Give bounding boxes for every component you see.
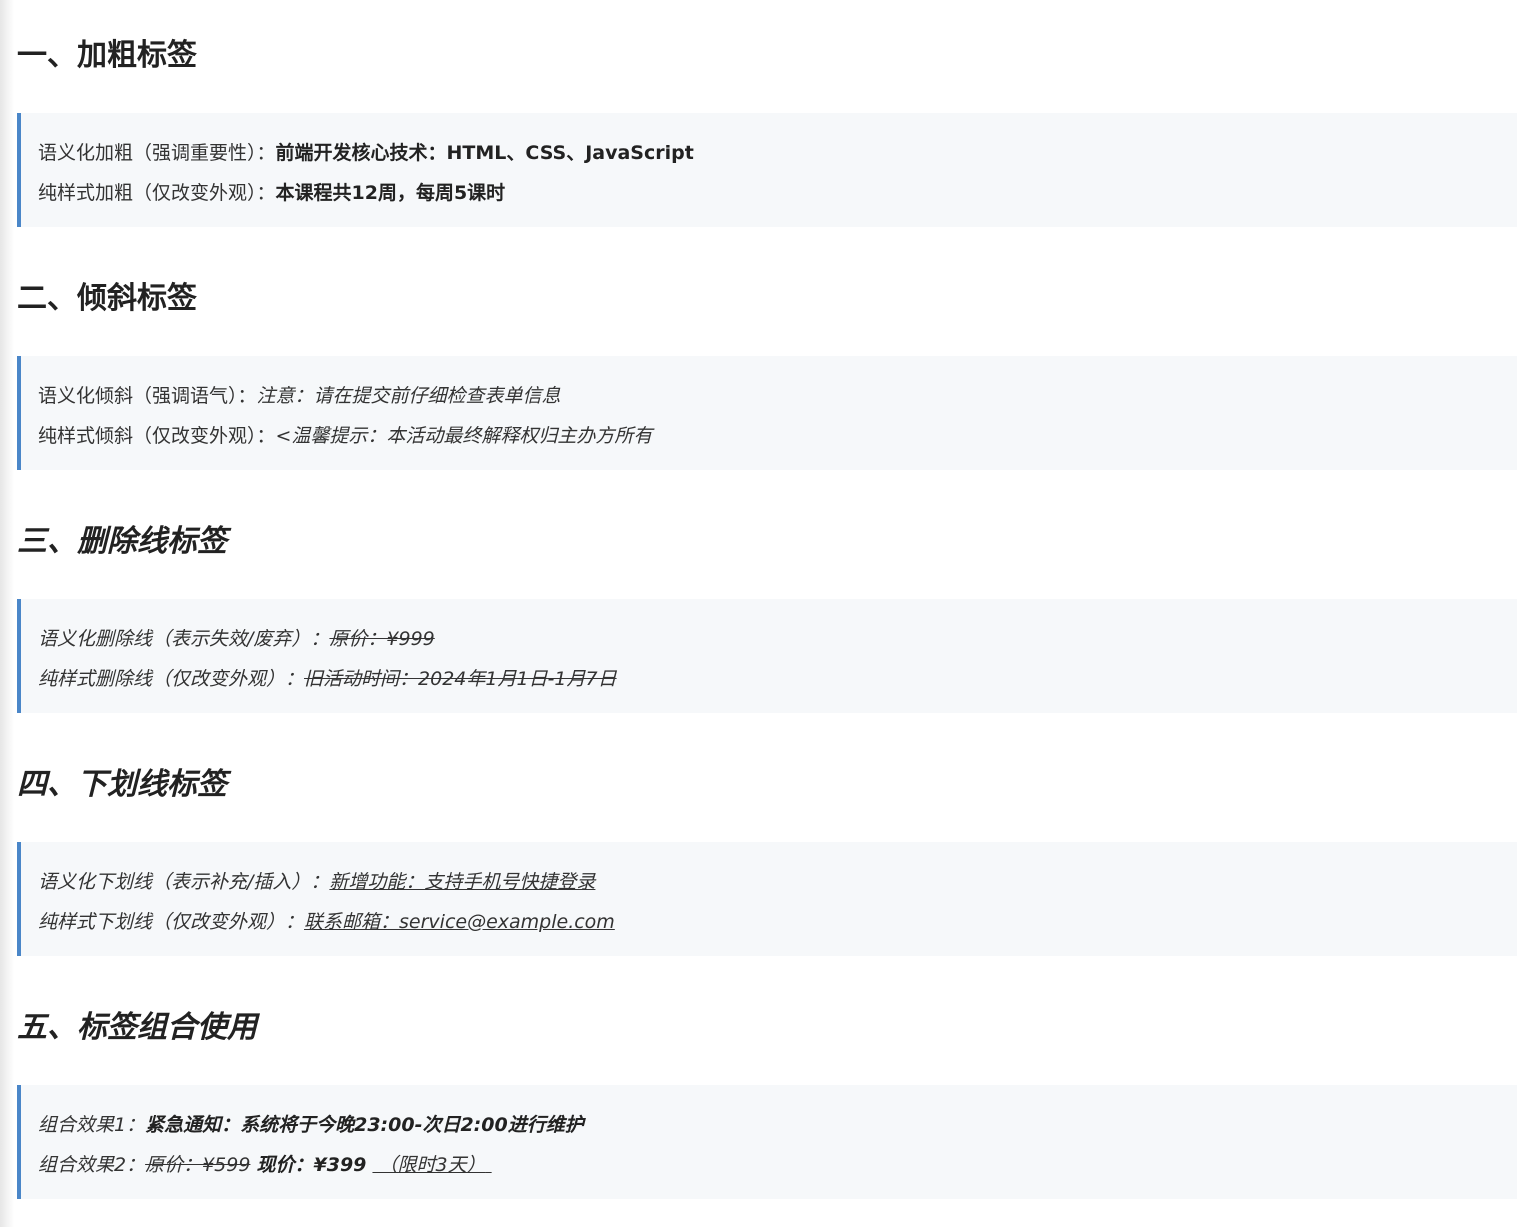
example-line-s: 纯样式删除线（仅改变外观）：旧活动时间：2024年1月1日-1月7日 [38, 664, 617, 691]
example-line-u: 纯样式下划线（仅改变外观）：联系邮箱：service@example.com [38, 907, 615, 934]
section-heading-bold: 一、加粗标签 [0, 30, 197, 74]
example-line-b: 纯样式加粗（仅改变外观）：本课程共12周，每周5课时 [38, 178, 505, 205]
underlined-text: 联系邮箱：service@example.com [304, 911, 615, 933]
line-label: 纯样式倾斜（仅改变外观）： [38, 425, 276, 447]
line-label: 语义化删除线（表示失效/废弃）： [38, 628, 330, 650]
line-label: 纯样式删除线（仅改变外观）： [38, 668, 305, 690]
section-heading-combined: 五、标签组合使用 [0, 1002, 257, 1046]
section-heading-italic: 二、倾斜标签 [0, 273, 197, 317]
example-line-del: 语义化删除线（表示失效/废弃）：原价：¥999 [38, 624, 435, 651]
example-box-italic: 语义化倾斜（强调语气）：注意：请在提交前仔细检查表单信息 纯样式倾斜（仅改变外观… [17, 356, 1517, 470]
example-line-em: 语义化倾斜（强调语气）：注意：请在提交前仔细检查表单信息 [38, 381, 561, 408]
deleted-text: 原价：¥999 [329, 628, 435, 650]
section-title: 三、删除线标签 [17, 524, 227, 559]
example-box-bold: 语义化加粗（强调重要性）：前端开发核心技术：HTML、CSS、JavaScrip… [17, 113, 1517, 227]
em-text: 注意：请在提交前仔细检查表单信息 [256, 385, 561, 407]
italic-text: <温馨提示：本活动最终解释权归主办方所有 [275, 425, 653, 447]
example-line-i: 纯样式倾斜（仅改变外观）：<温馨提示：本活动最终解释权归主办方所有 [38, 421, 652, 448]
section-title: 四、下划线标签 [17, 767, 227, 802]
current-price-value: ¥399 [313, 1154, 367, 1176]
section-title: 一、加粗标签 [17, 38, 197, 73]
section-heading-underline: 四、下划线标签 [0, 759, 227, 803]
line-label: 语义化下划线（表示补充/插入）： [38, 871, 330, 893]
inserted-text: 新增功能：支持手机号快捷登录 [329, 871, 596, 893]
limited-time-note: （限时3天） [378, 1154, 486, 1176]
line-label: 组合效果2： [38, 1154, 146, 1176]
current-price-label: 现价： [256, 1154, 314, 1176]
strikethrough-text: 旧活动时间：2024年1月1日-1月7日 [304, 668, 617, 690]
line-label: 语义化加粗（强调重要性）： [38, 142, 276, 164]
example-line-combo-2: 组合效果2：原价：¥599 现价：¥399 （限时3天） [38, 1150, 492, 1177]
example-line-strong: 语义化加粗（强调重要性）：前端开发核心技术：HTML、CSS、JavaScrip… [38, 138, 694, 165]
example-box-combined: 组合效果1：紧急通知：系统将于今晚23:00-次日2:00进行维护 组合效果2：… [17, 1085, 1517, 1199]
line-label: 语义化倾斜（强调语气）： [38, 385, 257, 407]
section-title: 五、标签组合使用 [17, 1010, 257, 1045]
example-box-underline: 语义化下划线（表示补充/插入）：新增功能：支持手机号快捷登录 纯样式下划线（仅改… [17, 842, 1517, 956]
strong-text: 前端开发核心技术：HTML、CSS、JavaScript [275, 142, 694, 164]
section-title: 二、倾斜标签 [17, 281, 197, 316]
line-label: 组合效果1： [38, 1114, 146, 1136]
example-line-ins: 语义化下划线（表示补充/插入）：新增功能：支持手机号快捷登录 [38, 867, 595, 894]
line-label: 纯样式下划线（仅改变外观）： [38, 911, 305, 933]
line-label: 纯样式加粗（仅改变外观）： [38, 182, 276, 204]
old-price-text: 原价：¥599 [145, 1154, 251, 1176]
urgent-notice-text: 紧急通知：系统将于今晚23:00-次日2:00进行维护 [145, 1114, 584, 1136]
example-line-combo-1: 组合效果1：紧急通知：系统将于今晚23:00-次日2:00进行维护 [38, 1110, 584, 1137]
example-box-strikethrough: 语义化删除线（表示失效/废弃）：原价：¥999 纯样式删除线（仅改变外观）：旧活… [17, 599, 1517, 713]
bold-text: 本课程共12周，每周5课时 [275, 182, 506, 204]
section-heading-strikethrough: 三、删除线标签 [0, 516, 227, 560]
